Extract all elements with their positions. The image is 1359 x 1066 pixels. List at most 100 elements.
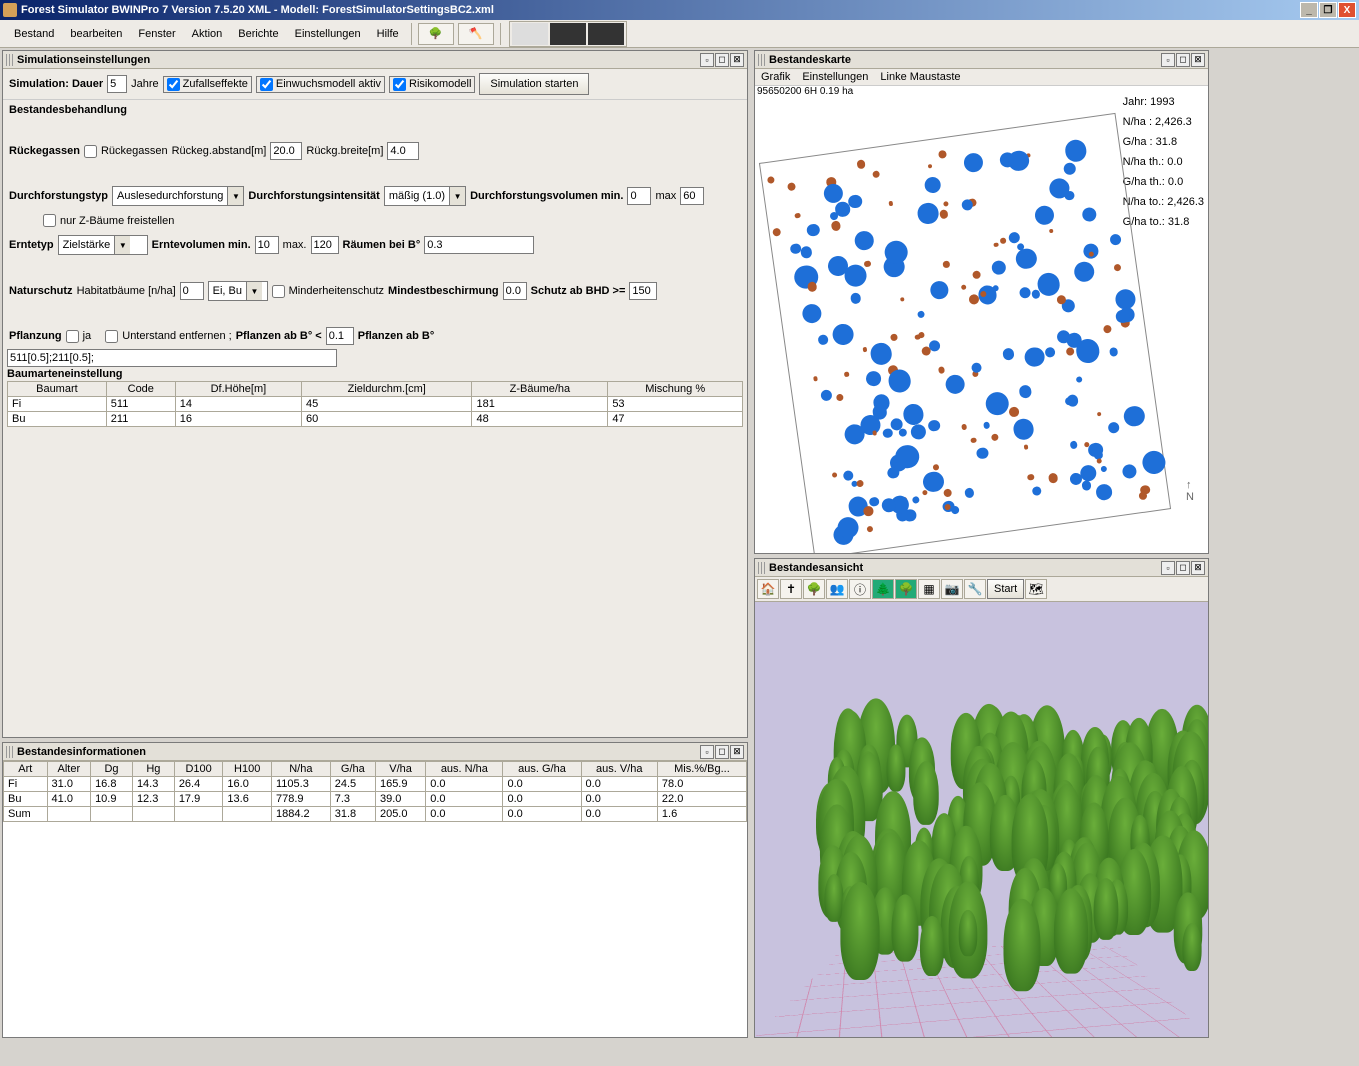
pflanzab-input[interactable] bbox=[326, 327, 354, 345]
col-header: Z-Bäume/ha bbox=[472, 382, 608, 397]
risiko-checkbox[interactable] bbox=[393, 78, 406, 91]
panel-close-icon[interactable]: ⊠ bbox=[1191, 561, 1205, 575]
unterstand-checkbox[interactable] bbox=[105, 330, 118, 343]
table-row[interactable]: Bu21116604847 bbox=[8, 412, 743, 427]
cross-icon[interactable]: ✝ bbox=[780, 579, 802, 599]
col-header: Code bbox=[106, 382, 175, 397]
panel-max-icon[interactable]: ◻ bbox=[1176, 53, 1190, 67]
panel-min-icon[interactable]: ▫ bbox=[700, 745, 714, 759]
minder-checkbox[interactable] bbox=[272, 285, 285, 298]
start-simulation-button[interactable]: Simulation starten bbox=[479, 73, 589, 95]
people-icon[interactable]: 👥 bbox=[826, 579, 848, 599]
view-btn-1[interactable] bbox=[512, 23, 548, 45]
ja-checkbox[interactable] bbox=[66, 330, 79, 343]
compass-icon: ↑N bbox=[1186, 479, 1194, 503]
panel-min-icon[interactable]: ▫ bbox=[1161, 561, 1175, 575]
stand-map-panel: Bestandeskarte ▫ ◻ ⊠ Grafik Einstellunge… bbox=[754, 50, 1209, 554]
info-icon[interactable]: ⓘ bbox=[849, 579, 871, 599]
risiko-label: Risikomodell bbox=[409, 78, 471, 90]
menu-fenster[interactable]: Fenster bbox=[130, 24, 183, 44]
df-int-select[interactable]: mäßig (1.0)▼ bbox=[384, 186, 466, 206]
info-table: ArtAlterDgHgD100H100N/haG/haV/haaus. N/h… bbox=[3, 761, 747, 822]
grip-icon bbox=[758, 54, 765, 66]
col-header: aus. N/ha bbox=[426, 762, 503, 777]
stat-line: G/ha to.: 31.8 bbox=[1123, 212, 1204, 232]
green2-icon[interactable]: 🌳 bbox=[895, 579, 917, 599]
map-menu-linke-maustaste[interactable]: Linke Maustaste bbox=[880, 71, 960, 83]
ruecke-breite-input[interactable] bbox=[387, 142, 419, 160]
ruecke-abst-input[interactable] bbox=[270, 142, 302, 160]
map-icon[interactable]: 🗺 bbox=[1025, 579, 1047, 599]
menu-berichte[interactable]: Berichte bbox=[230, 24, 286, 44]
ernte-volmax-input[interactable] bbox=[311, 236, 339, 254]
raeumen-input[interactable] bbox=[424, 236, 534, 254]
menu-einstellungen[interactable]: Einstellungen bbox=[287, 24, 369, 44]
zufall-label: Zufallseffekte bbox=[183, 78, 248, 90]
pflanzab-label: Pflanzen ab B° < bbox=[236, 330, 322, 342]
ruecke-abst-label: Rückeg.abstand[m] bbox=[172, 145, 267, 157]
panel-min-icon[interactable]: ▫ bbox=[700, 53, 714, 67]
tree-tool-icon[interactable]: 🌳 bbox=[418, 23, 454, 45]
panel-title: Bestandesinformationen bbox=[17, 746, 699, 758]
einwuchs-checkbox[interactable] bbox=[260, 78, 273, 91]
nurz-checkbox[interactable] bbox=[43, 214, 56, 227]
panel-title: Simulationseinstellungen bbox=[17, 54, 699, 66]
view-btn-2[interactable] bbox=[550, 23, 586, 45]
table-row[interactable]: Fi31.016.814.326.416.01105.324.5165.90.0… bbox=[4, 777, 747, 792]
panel-max-icon[interactable]: ◻ bbox=[715, 53, 729, 67]
view-toggle-group bbox=[509, 21, 627, 47]
pflanz-string-input[interactable] bbox=[7, 349, 337, 367]
habitat-input[interactable] bbox=[180, 282, 204, 300]
menu-bestand[interactable]: Bestand bbox=[6, 24, 62, 44]
panel-close-icon[interactable]: ⊠ bbox=[1191, 53, 1205, 67]
axe-tool-icon[interactable]: 🪓 bbox=[458, 23, 494, 45]
ernte-select[interactable]: Zielstärke▼ bbox=[58, 235, 148, 255]
ruecke-checkbox[interactable] bbox=[84, 145, 97, 158]
df-vol-min-input[interactable] bbox=[627, 187, 651, 205]
close-button[interactable]: X bbox=[1338, 2, 1356, 18]
mindest-input[interactable] bbox=[503, 282, 527, 300]
menu-aktion[interactable]: Aktion bbox=[184, 24, 231, 44]
panel-close-icon[interactable]: ⊠ bbox=[730, 53, 744, 67]
map-stats: Jahr: 1993N/ha : 2,426.3G/ha : 31.8N/ha … bbox=[1123, 92, 1204, 232]
wrench-icon[interactable]: 🔧 bbox=[964, 579, 986, 599]
map-menu-grafik[interactable]: Grafik bbox=[761, 71, 790, 83]
panel-max-icon[interactable]: ◻ bbox=[1176, 561, 1190, 575]
panel-min-icon[interactable]: ▫ bbox=[1161, 53, 1175, 67]
window-title: Forest Simulator BWINPro 7 Version 7.5.2… bbox=[21, 4, 1300, 16]
table-row[interactable]: Bu41.010.912.317.913.6778.97.339.00.00.0… bbox=[4, 792, 747, 807]
view3d-start-button[interactable]: Start bbox=[987, 579, 1024, 599]
home-icon[interactable]: 🏠 bbox=[757, 579, 779, 599]
simulation-settings-panel: Simulationseinstellungen ▫ ◻ ⊠ Simulatio… bbox=[2, 50, 748, 738]
grid-icon[interactable]: ▦ bbox=[918, 579, 940, 599]
minder-label: Minderheitenschutz bbox=[289, 285, 384, 297]
map-menu-einstellungen[interactable]: Einstellungen bbox=[802, 71, 868, 83]
view3d-canvas[interactable] bbox=[755, 602, 1208, 1037]
maximize-button[interactable]: ❐ bbox=[1319, 2, 1337, 18]
menu-hilfe[interactable]: Hilfe bbox=[369, 24, 407, 44]
df-vol-max-input[interactable] bbox=[680, 187, 704, 205]
panel-close-icon[interactable]: ⊠ bbox=[730, 745, 744, 759]
chevron-down-icon: ▼ bbox=[449, 187, 465, 205]
col-header: Hg bbox=[132, 762, 174, 777]
view-btn-3[interactable] bbox=[588, 23, 624, 45]
camera-icon[interactable]: 📷 bbox=[941, 579, 963, 599]
tree-icon[interactable]: 🌳 bbox=[803, 579, 825, 599]
minimize-button[interactable]: _ bbox=[1300, 2, 1318, 18]
ruecke-chk-label: Rückegassen bbox=[101, 145, 168, 157]
chevron-down-icon: ▼ bbox=[246, 282, 262, 300]
table-row[interactable]: Fi511144518153 bbox=[8, 397, 743, 412]
panel-max-icon[interactable]: ◻ bbox=[715, 745, 729, 759]
menu-bearbeiten[interactable]: bearbeiten bbox=[62, 24, 130, 44]
species-select[interactable]: Ei, Bu▼ bbox=[208, 281, 268, 301]
stat-line: N/ha to.: 2,426.3 bbox=[1123, 192, 1204, 212]
table-row[interactable]: Sum1884.231.8205.00.00.00.01.6 bbox=[4, 807, 747, 822]
green-icon[interactable]: 🌲 bbox=[872, 579, 894, 599]
map-canvas[interactable]: 95650200 6H 0.19 ha Jahr: 1993N/ha : 2,4… bbox=[755, 86, 1208, 553]
schutz-input[interactable] bbox=[629, 282, 657, 300]
duration-input[interactable] bbox=[107, 75, 127, 93]
ernte-volmin-input[interactable] bbox=[255, 236, 279, 254]
df-typ-select[interactable]: Auslesedurchforstung▼ bbox=[112, 186, 244, 206]
zufall-checkbox[interactable] bbox=[167, 78, 180, 91]
ernte-label: Erntetyp bbox=[9, 239, 54, 251]
